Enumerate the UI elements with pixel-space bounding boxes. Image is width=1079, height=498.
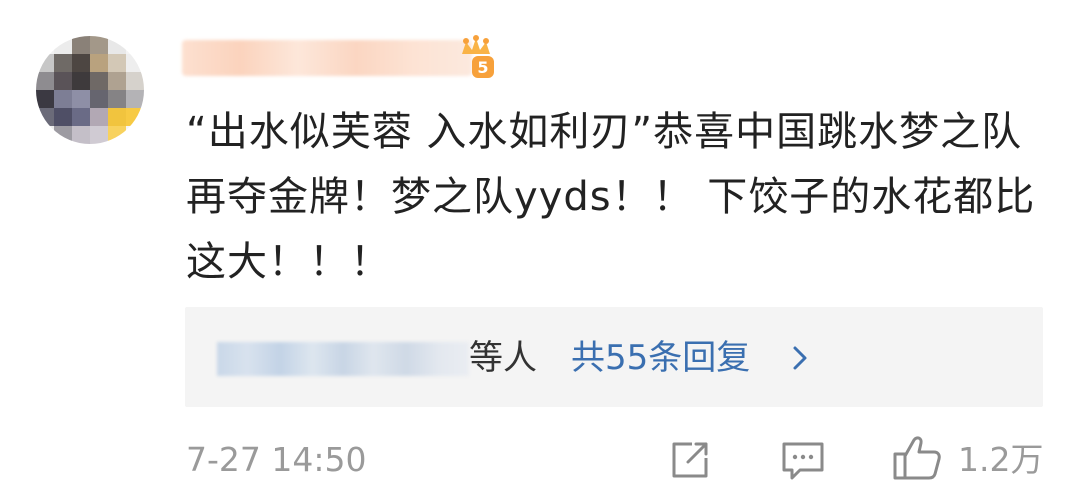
reply-usernames	[217, 342, 469, 376]
reply-etc-label: 等人	[469, 338, 537, 378]
like-count: 1.2万	[958, 440, 1044, 479]
view-replies-link[interactable]: 共55条回复	[571, 333, 750, 383]
comment-timestamp: 7-27 14:50	[186, 440, 367, 479]
comment-icon[interactable]	[780, 438, 826, 482]
vip-crown-icon: 5	[462, 35, 494, 78]
share-icon[interactable]	[668, 438, 712, 482]
username[interactable]	[182, 40, 472, 76]
avatar[interactable]	[36, 36, 144, 144]
thumbs-up-icon[interactable]	[892, 434, 942, 482]
chevron-right-icon[interactable]	[787, 345, 811, 371]
reply-preview[interactable]: 等人 共55条回复	[185, 307, 1043, 407]
vip-level: 5	[477, 58, 488, 77]
comment-text: “出水似芙蓉 入水如利刃”恭喜中国跳水梦之队再夺金牌！梦之队yyds！！ 下饺子…	[186, 109, 1036, 285]
